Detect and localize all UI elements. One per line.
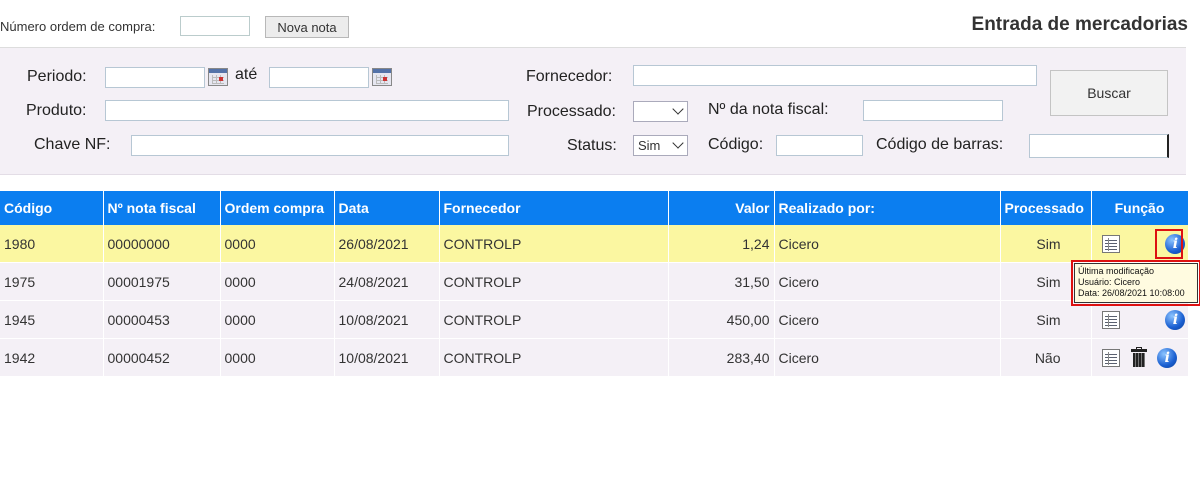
cell-nota: 00000453 <box>103 300 221 339</box>
chave-nf-label: Chave NF: <box>34 136 111 153</box>
order-number-input[interactable] <box>180 16 250 36</box>
period-start-input[interactable] <box>105 67 205 88</box>
cell-codigo: 1975 <box>0 262 104 301</box>
list-icon[interactable] <box>1101 348 1120 367</box>
period-end-input[interactable] <box>269 67 369 88</box>
barcode-label: Código de barras: <box>876 136 1004 153</box>
cell-ordem: 0000 <box>220 338 335 377</box>
col-header-data[interactable]: Data <box>334 191 440 225</box>
periodo-label: Periodo: <box>27 68 87 85</box>
cell-funcao: i <box>1091 300 1189 339</box>
cell-valor: 450,00 <box>668 300 775 339</box>
status-label: Status: <box>567 137 617 154</box>
cell-ordem: 0000 <box>220 300 335 339</box>
cell-ordem: 0000 <box>220 225 335 263</box>
cell-nota: 00000452 <box>103 338 221 377</box>
col-header-nota-fiscal[interactable]: Nº nota fiscal <box>103 191 221 225</box>
tooltip-line-date: Data: 26/08/2021 10:08:00 <box>1078 288 1185 298</box>
code-input[interactable] <box>776 135 863 156</box>
col-header-fornecedor[interactable]: Fornecedor <box>439 191 669 225</box>
fornecedor-label: Fornecedor: <box>526 68 613 85</box>
table-header-row: Código Nº nota fiscal Ordem compra Data … <box>0 191 1189 225</box>
search-button[interactable]: Buscar <box>1050 70 1168 116</box>
col-header-valor[interactable]: Valor <box>668 191 775 225</box>
col-header-funcao: Função <box>1091 191 1189 225</box>
list-icon[interactable] <box>1101 310 1120 329</box>
cell-valor: 1,24 <box>668 225 775 263</box>
chevron-down-icon <box>672 103 684 115</box>
cell-realizado: Cicero <box>774 300 1001 339</box>
tooltip-line-modified: Última modificação <box>1078 266 1155 276</box>
cell-processado: Sim <box>1000 225 1092 263</box>
cell-data: 24/08/2021 <box>334 262 440 301</box>
produto-label: Produto: <box>26 102 87 119</box>
cell-codigo: 1945 <box>0 300 104 339</box>
col-header-ordem-compra[interactable]: Ordem compra <box>220 191 335 225</box>
cell-realizado: Cicero <box>774 225 1001 263</box>
list-icon[interactable] <box>1101 234 1120 253</box>
cell-funcao: i <box>1091 338 1189 377</box>
info-icon-highlight <box>1155 229 1183 259</box>
processado-label: Processado: <box>527 103 616 120</box>
nf-key-input[interactable] <box>131 135 509 156</box>
table-row[interactable]: 1980 00000000 0000 26/08/2021 CONTROLP 1… <box>0 225 1189 263</box>
new-note-button[interactable]: Nova nota <box>265 16 349 38</box>
trash-icon[interactable] <box>1131 347 1148 367</box>
page-title: Entrada de mercadorias <box>971 14 1188 35</box>
table-row[interactable]: 1942 00000452 0000 10/08/2021 CONTROLP 2… <box>0 338 1189 377</box>
col-header-realizado[interactable]: Realizado por: <box>774 191 1001 225</box>
cell-nota: 00001975 <box>103 262 221 301</box>
cell-realizado: Cicero <box>774 338 1001 377</box>
table-row[interactable]: 1945 00000453 0000 10/08/2021 CONTROLP 4… <box>0 300 1189 339</box>
nota-fiscal-label: Nº da nota fiscal: <box>708 101 829 118</box>
cell-realizado: Cicero <box>774 262 1001 301</box>
cell-valor: 31,50 <box>668 262 775 301</box>
cell-fornecedor: CONTROLP <box>439 262 669 301</box>
order-number-label: Número ordem de compra: <box>0 19 156 34</box>
top-bar: Número ordem de compra: Nova nota Entrad… <box>0 14 1200 42</box>
cell-nota: 00000000 <box>103 225 221 263</box>
table-row[interactable]: 1975 00001975 0000 24/08/2021 CONTROLP 3… <box>0 262 1189 301</box>
filter-panel: Periodo: até Fornecedor: Produto: Proces… <box>0 47 1186 175</box>
cell-data: 10/08/2021 <box>334 338 440 377</box>
cell-ordem: 0000 <box>220 262 335 301</box>
barcode-input[interactable] <box>1029 134 1169 158</box>
tooltip-line-user: Usuário: Cicero <box>1078 277 1141 287</box>
cell-valor: 283,40 <box>668 338 775 377</box>
col-header-processado[interactable]: Processado <box>1000 191 1092 225</box>
cell-processado: Sim <box>1000 300 1092 339</box>
calendar-icon[interactable] <box>372 68 392 86</box>
status-select-value: Sim <box>638 138 661 153</box>
supplier-input[interactable] <box>633 65 1037 86</box>
product-input[interactable] <box>105 100 509 121</box>
cell-fornecedor: CONTROLP <box>439 300 669 339</box>
cell-data: 10/08/2021 <box>334 300 440 339</box>
processed-select[interactable] <box>633 101 688 122</box>
info-tooltip: Última modificação Usuário: Cicero Data:… <box>1071 260 1200 306</box>
col-header-codigo[interactable]: Código <box>0 191 104 225</box>
cell-codigo: 1980 <box>0 225 104 263</box>
invoice-number-input[interactable] <box>863 100 1003 121</box>
status-select[interactable]: Sim <box>633 135 688 156</box>
cell-fornecedor: CONTROLP <box>439 338 669 377</box>
cell-processado: Não <box>1000 338 1092 377</box>
chevron-down-icon <box>672 137 684 149</box>
info-icon[interactable]: i <box>1157 347 1178 368</box>
info-icon[interactable]: i <box>1165 309 1186 330</box>
ate-label: até <box>235 66 258 83</box>
cell-fornecedor: CONTROLP <box>439 225 669 263</box>
codigo-label: Código: <box>708 136 764 153</box>
cell-codigo: 1942 <box>0 338 104 377</box>
cell-data: 26/08/2021 <box>334 225 440 263</box>
calendar-icon[interactable] <box>208 68 228 86</box>
results-table: Código Nº nota fiscal Ordem compra Data … <box>0 191 1189 377</box>
